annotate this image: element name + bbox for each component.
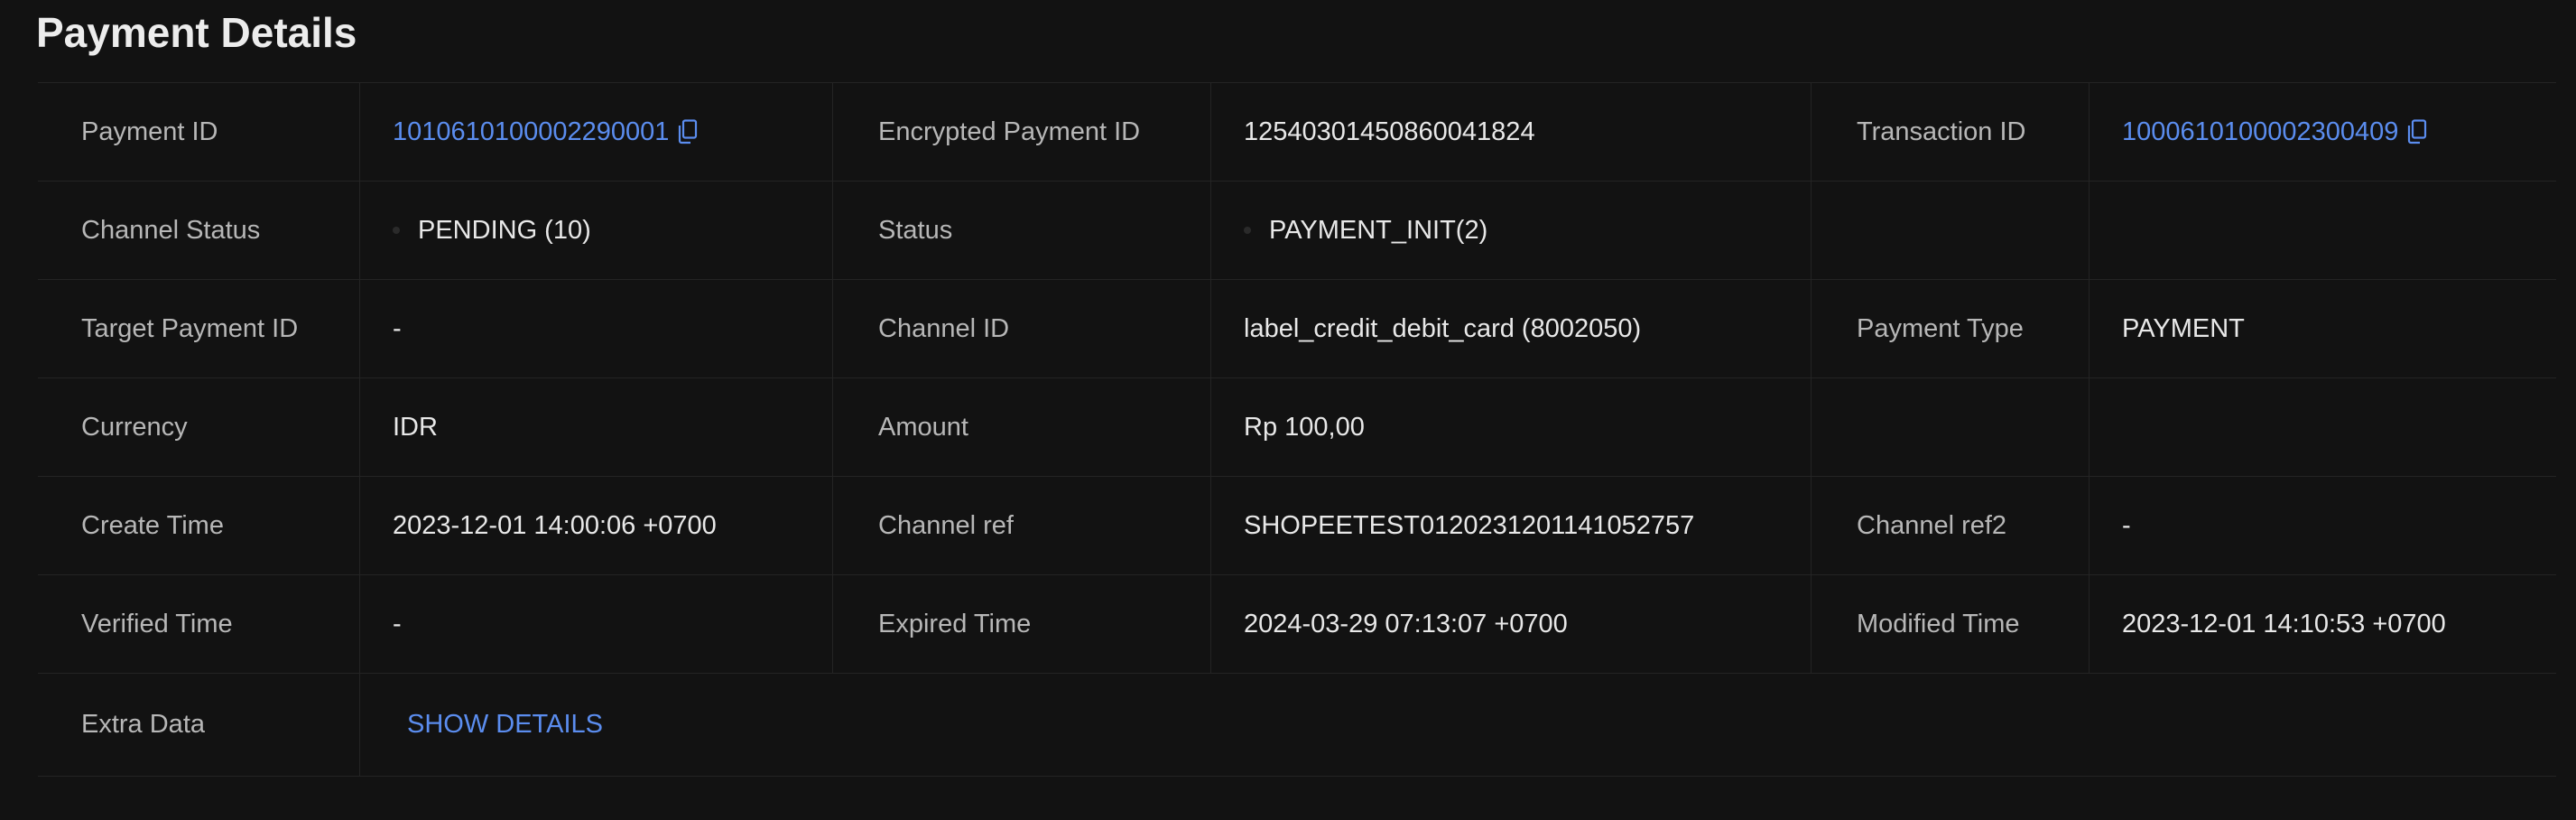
channel-status-value: PENDING (10) [360,182,833,279]
details-row: Channel Status PENDING (10) Status PAYME… [38,182,2556,280]
empty-value [2090,378,2556,476]
details-row: Payment ID 1010610100002290001 Encrypted… [38,83,2556,182]
empty-value [2090,182,2556,279]
modified-time-value: 2023-12-01 14:10:53 +0700 [2122,609,2446,638]
channel-status-text: PENDING (10) [418,215,591,245]
transaction-id-link[interactable]: 1000610100002300409 [2122,117,2398,147]
channel-ref-label: Channel ref [833,477,1211,574]
details-row-extra: Extra Data SHOW DETAILS [38,674,2556,776]
status-dot-icon [1244,227,1251,234]
currency-value: IDR [360,378,833,476]
copy-icon[interactable] [2407,119,2427,144]
modified-time-label: Modified Time [1812,575,2090,673]
amount-value: Rp 100,00 [1211,378,1812,476]
status-dot-icon [393,227,400,234]
target-payment-id-value: - [360,280,833,377]
page-title: Payment Details [36,9,357,56]
channel-ref-value: SHOPEETEST0120231201141052757 [1211,477,1812,574]
payment-type-value: PAYMENT [2122,313,2245,343]
status-value: PAYMENT_INIT(2) [1211,182,1812,279]
channel-id-label: Channel ID [833,280,1211,377]
expired-time-label: Expired Time [833,575,1211,673]
details-row: Currency IDR Amount Rp 100,00 [38,378,2556,477]
details-row: Verified Time - Expired Time 2024-03-29 … [38,575,2556,674]
empty-label [1812,378,2090,476]
currency-label: Currency [38,378,360,476]
channel-id-value: label_credit_debit_card (8002050) [1211,280,1812,377]
extra-data-label: Extra Data [38,674,360,776]
amount-label: Amount [833,378,1211,476]
show-details-button[interactable]: SHOW DETAILS [360,710,603,740]
verified-time-value: - [360,575,833,673]
status-label: Status [833,182,1211,279]
details-row: Target Payment ID - Channel ID label_cre… [38,280,2556,378]
extra-data-value: SHOW DETAILS [360,674,603,776]
status-text: PAYMENT_INIT(2) [1269,215,1488,245]
channel-ref2-value: - [2122,510,2131,540]
payment-details-table: Payment ID 1010610100002290001 Encrypted… [38,82,2556,777]
payment-id-label: Payment ID [38,83,360,181]
expired-time-value: 2024-03-29 07:13:07 +0700 [1211,575,1812,673]
details-row: Create Time 2023-12-01 14:00:06 +0700 Ch… [38,477,2556,575]
channel-status-label: Channel Status [38,182,360,279]
copy-icon[interactable] [678,119,698,144]
create-time-label: Create Time [38,477,360,574]
create-time-value: 2023-12-01 14:00:06 +0700 [360,477,833,574]
payment-type-label: Payment Type [1812,280,2090,377]
payment-id-value[interactable]: 1010610100002290001 [360,83,833,181]
transaction-id-value[interactable]: 1000610100002300409 [2090,83,2556,181]
encrypted-payment-id-value: 12540301450860041824 [1211,83,1812,181]
verified-time-label: Verified Time [38,575,360,673]
payment-id-link[interactable]: 1010610100002290001 [393,117,669,147]
payment-details-page: Payment Details Payment ID 1010610100002… [0,0,2576,820]
channel-ref2-label: Channel ref2 [1812,477,2090,574]
empty-label [1812,182,2090,279]
transaction-id-label: Transaction ID [1812,83,2090,181]
encrypted-payment-id-label: Encrypted Payment ID [833,83,1211,181]
target-payment-id-label: Target Payment ID [38,280,360,377]
